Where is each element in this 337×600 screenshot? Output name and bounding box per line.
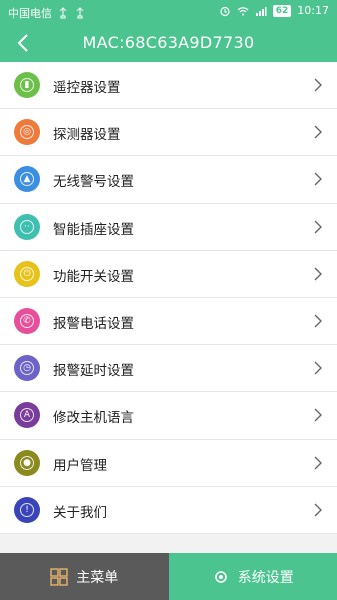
chevron-right-icon: [314, 78, 322, 92]
wifi-icon: [237, 6, 249, 15]
tab-system-settings-label: 系统设置: [237, 569, 294, 586]
menu-item-label: 遥控器设置: [53, 80, 121, 96]
menu-item-remote[interactable]: ▮ 遥控器设置: [0, 62, 337, 110]
menu-item-label: 智能插座设置: [53, 221, 134, 238]
chevron-right-icon: [314, 503, 322, 517]
chevron-right-icon: [314, 408, 322, 422]
chevron-right-icon: [314, 220, 322, 234]
menu-item-siren[interactable]: ▲ 无线警号设置: [0, 156, 337, 204]
power-icon: ⏻: [14, 260, 40, 287]
usb-icon: [59, 7, 67, 19]
menu-item-label: 无线警号设置: [53, 174, 134, 191]
battery-indicator: 62: [272, 4, 292, 17]
carrier-label: 中国电信: [8, 7, 52, 20]
menu-item-users[interactable]: ● 用户管理: [0, 440, 337, 487]
chevron-right-icon: [314, 172, 322, 186]
phone-icon: ✆: [14, 307, 40, 334]
menu-item-socket[interactable]: ·· 智能插座设置: [0, 204, 337, 251]
detector-icon: ◎: [14, 119, 40, 146]
menu-item-phone[interactable]: ✆ 报警电话设置: [0, 298, 337, 346]
menu-item-delay[interactable]: ◷ 报警延时设置: [0, 345, 337, 393]
chevron-right-icon: [314, 361, 322, 375]
status-bar: 中国电信 62 10:17: [0, 0, 337, 24]
header-bar: MAC:68C63A9D7730: [0, 24, 337, 62]
chevron-right-icon: [314, 267, 322, 281]
menu-item-label: 探测器设置: [53, 127, 121, 144]
menu-item-label: 关于我们: [53, 504, 107, 521]
menu-item-label: 报警延时设置: [53, 363, 134, 380]
menu-item-language[interactable]: A 修改主机语言: [0, 392, 337, 440]
chevron-right-icon: [314, 314, 322, 328]
remote-icon: ▮: [14, 72, 40, 98]
signal-icon: [255, 6, 267, 16]
menu-item-label: 报警电话设置: [53, 315, 134, 332]
menu-item-detector[interactable]: ◎ 探测器设置: [0, 109, 337, 157]
siren-icon: ▲: [14, 166, 40, 193]
grid-icon: [50, 567, 68, 586]
tab-system-settings[interactable]: 系统设置: [168, 553, 337, 600]
bottom-tab-bar: 主菜单 系统设置: [0, 553, 337, 600]
language-icon: A: [14, 402, 40, 429]
usb-icon: [76, 7, 84, 19]
delay-icon: ◷: [14, 355, 40, 382]
socket-icon: ··: [14, 213, 40, 240]
user-icon: ●: [14, 449, 40, 476]
info-icon: !: [14, 496, 40, 523]
menu-item-label: 功能开关设置: [53, 268, 134, 285]
menu-item-about[interactable]: ! 关于我们: [0, 487, 337, 534]
chevron-right-icon: [314, 456, 322, 469]
tab-main-menu[interactable]: 主菜单: [0, 553, 169, 600]
menu-item-label: 修改主机语言: [53, 410, 134, 427]
tab-main-menu-label: 主菜单: [76, 569, 119, 586]
gear-icon: [214, 570, 227, 583]
menu-item-label: 用户管理: [53, 457, 107, 474]
settings-list: ▮ 遥控器设置 ◎ 探测器设置 ▲ 无线警号设置 ·· 智能插座设置 ⏻ 功能开…: [0, 62, 337, 534]
clock: 10:17: [297, 4, 329, 17]
page-title: MAC:68C63A9D7730: [82, 33, 255, 52]
menu-item-power[interactable]: ⏻ 功能开关设置: [0, 251, 337, 298]
chevron-right-icon: [314, 125, 322, 139]
alarm-clock-icon: [220, 6, 230, 16]
